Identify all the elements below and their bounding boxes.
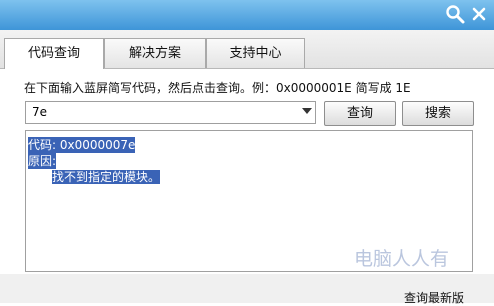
title-bar (0, 0, 494, 30)
dropdown-arrow-icon[interactable] (302, 108, 312, 114)
result-reason-row: 找不到指定的模块。 (28, 169, 161, 185)
watermark-logo: 电脑人人有 (354, 248, 450, 270)
check-update-link[interactable]: 查询最新版 (404, 289, 464, 306)
close-icon[interactable] (468, 3, 490, 25)
instruction-text: 在下面输入蓝屏简写代码，然后点击查询。例：0x0000001E 简写成 1E (24, 81, 411, 95)
tab-code-query[interactable]: 代码查询 (4, 38, 104, 69)
search-button[interactable]: 搜索 (402, 101, 474, 126)
result-reason-text: 找不到指定的模块。 (52, 170, 161, 184)
tab-support-center[interactable]: 支持中心 (206, 38, 305, 68)
search-icon[interactable] (444, 3, 466, 25)
result-code-line: 代码: 0x0000007e (28, 137, 136, 153)
query-button[interactable]: 查询 (324, 101, 396, 126)
tab-solutions[interactable]: 解决方案 (104, 38, 206, 68)
code-input-value[interactable]: 7e (32, 105, 47, 119)
code-combobox[interactable]: 7e (25, 101, 316, 124)
tab-bar: 代码查询 解决方案 支持中心 (0, 30, 494, 69)
result-reason-label: 原因: (28, 153, 57, 169)
